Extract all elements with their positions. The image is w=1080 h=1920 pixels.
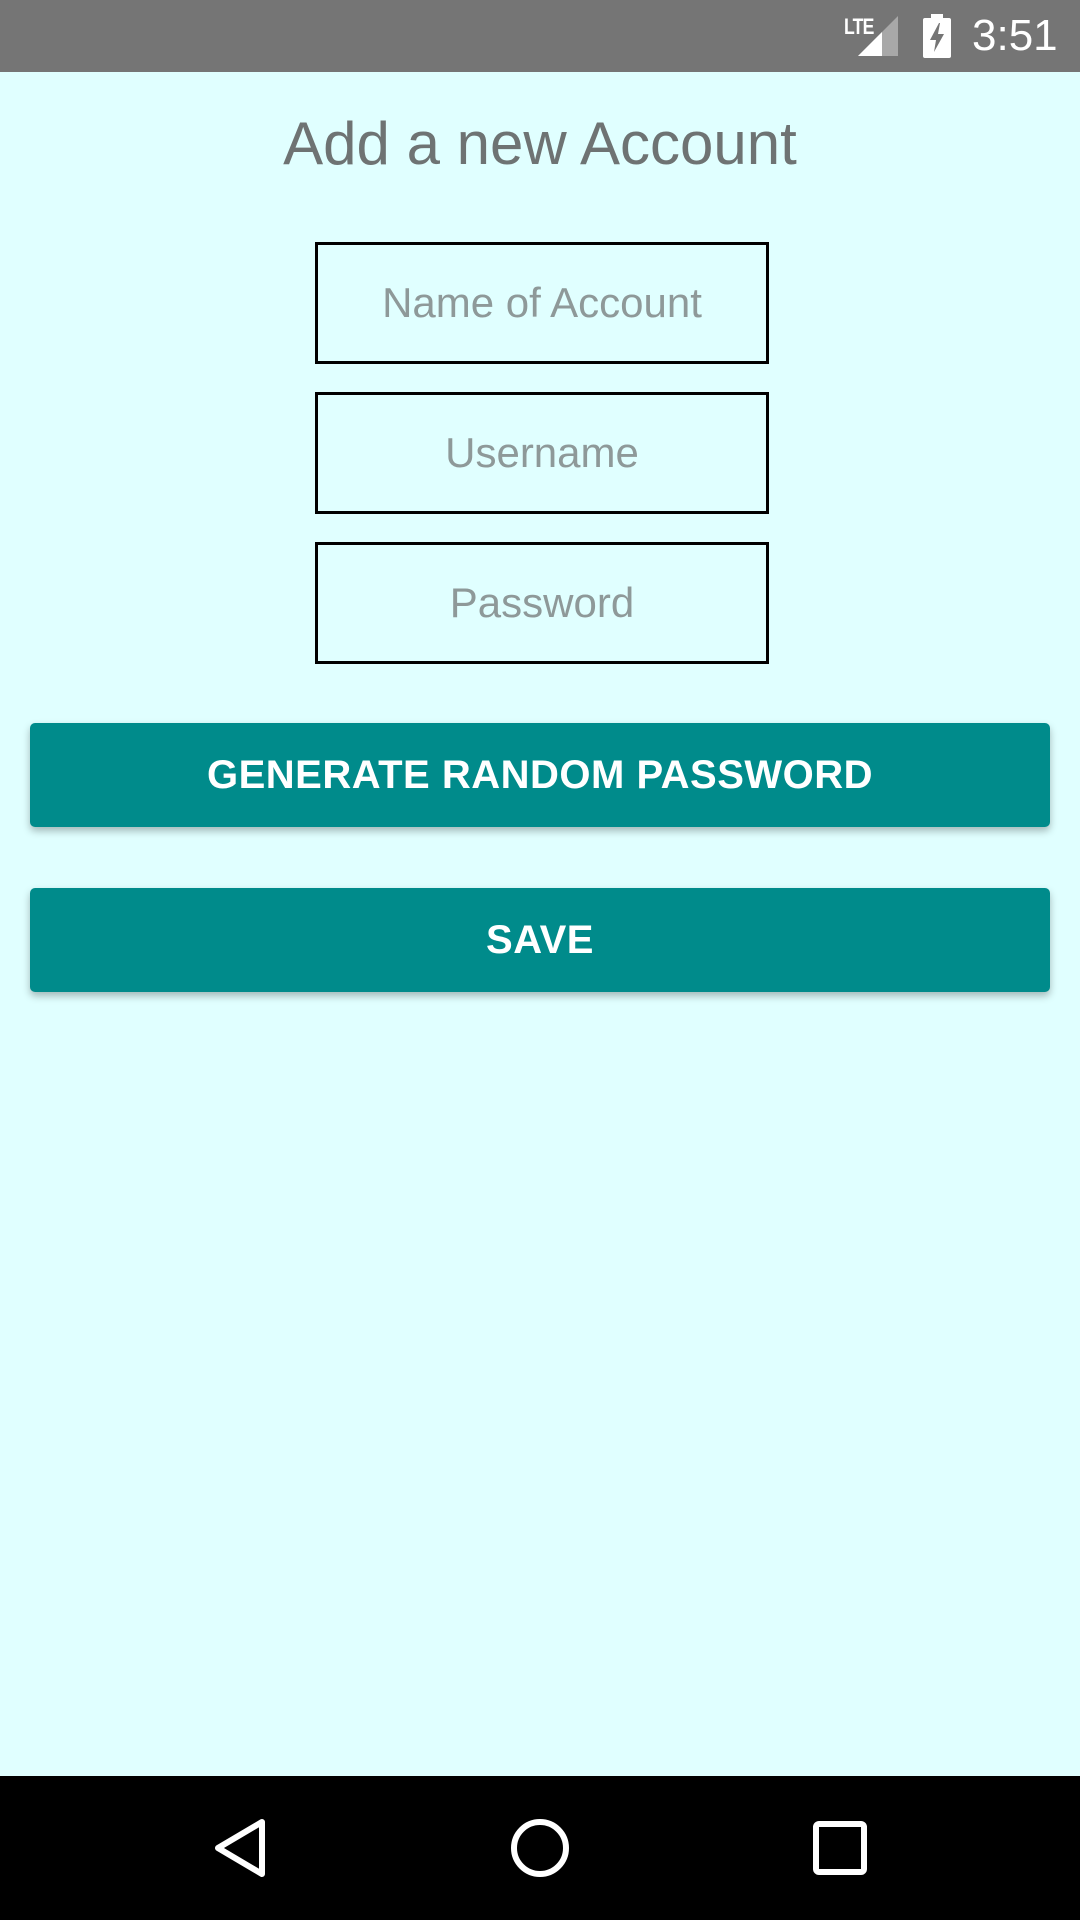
status-bar: LTE 3:51 bbox=[0, 0, 1080, 72]
back-icon bbox=[215, 1819, 265, 1877]
signal-icon bbox=[858, 16, 898, 56]
username-field[interactable] bbox=[315, 392, 769, 514]
recents-icon bbox=[813, 1821, 867, 1875]
navigation-bar bbox=[0, 1776, 1080, 1920]
page-title: Add a new Account bbox=[283, 110, 797, 177]
home-icon bbox=[511, 1819, 569, 1877]
recents-button[interactable] bbox=[760, 1776, 920, 1920]
add-account-screen: Add a new Account GENERATE RANDOM PASSWO… bbox=[0, 72, 1080, 1776]
username-input[interactable] bbox=[318, 395, 766, 511]
account-name-field[interactable] bbox=[315, 242, 769, 364]
account-name-input[interactable] bbox=[318, 245, 766, 361]
back-button[interactable] bbox=[160, 1776, 320, 1920]
password-input[interactable] bbox=[318, 545, 766, 661]
home-button[interactable] bbox=[460, 1776, 620, 1920]
save-button[interactable]: SAVE bbox=[30, 888, 1050, 992]
password-field[interactable] bbox=[315, 542, 769, 664]
clock: 3:51 bbox=[972, 11, 1058, 60]
generate-random-password-button[interactable]: GENERATE RANDOM PASSWORD bbox=[30, 723, 1050, 827]
battery-charging-icon bbox=[923, 14, 951, 58]
